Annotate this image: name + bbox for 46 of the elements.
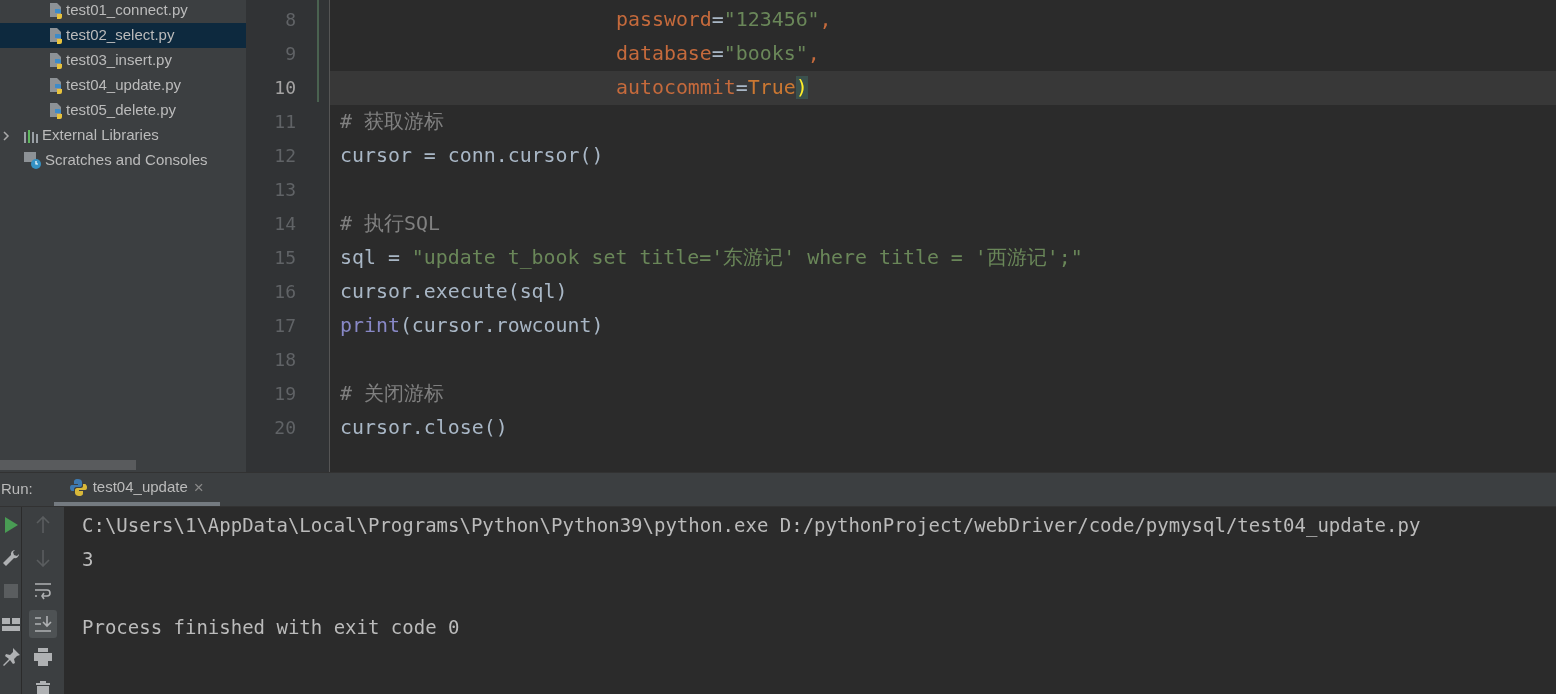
code-line: cursor.close() — [340, 415, 508, 442]
tree-item[interactable]: test02_select.py — [0, 23, 246, 48]
tree-item[interactable]: test03_insert.py — [0, 48, 246, 73]
print-icon — [34, 648, 52, 666]
code-comment: # 关闭游标 — [340, 381, 444, 408]
up-arrow-icon — [34, 516, 52, 534]
panel-label: Run: — [0, 479, 34, 500]
library-icon — [24, 128, 38, 143]
soft-wrap-icon — [34, 582, 52, 600]
scroll-to-end-button[interactable] — [29, 610, 57, 638]
tree-item[interactable]: test04_update.py — [0, 73, 246, 98]
code-comment: # 执行SQL — [340, 211, 440, 238]
code-comment: # 获取游标 — [340, 109, 444, 136]
console-output-line: 3 — [82, 548, 94, 570]
code-line: database="books", — [616, 41, 820, 68]
python-file-icon — [49, 77, 62, 94]
wrench-icon — [1, 549, 20, 567]
exit-message: Process finished with exit code 0 — [82, 616, 460, 638]
tree-item[interactable]: test05_delete.py — [0, 98, 246, 123]
python-file-icon — [49, 52, 62, 69]
stop-icon — [1, 582, 20, 600]
code-line: cursor = conn.cursor() — [340, 143, 604, 170]
python-file-icon — [49, 102, 62, 119]
code-line: autocommit=True) — [616, 75, 808, 102]
code-line: cursor.execute(sql) — [340, 279, 568, 306]
scrollbar[interactable] — [0, 460, 136, 470]
chevron-icon — [2, 130, 10, 141]
down-arrow-icon — [34, 549, 52, 567]
layout-icon — [1, 615, 20, 633]
scroll-to-end-icon — [34, 615, 52, 633]
code-line: print(cursor.rowcount) — [340, 313, 604, 340]
tree-item[interactable]: External Libraries — [0, 123, 246, 148]
python-file-icon — [49, 2, 62, 19]
tree-item[interactable]: test01_connect.py — [0, 0, 246, 23]
tree-item[interactable]: Scratches and Consoles — [0, 148, 246, 173]
python-file-icon — [49, 27, 62, 44]
pin-icon — [1, 648, 20, 666]
python-icon — [69, 479, 87, 496]
code-line: sql = "update t_book set title='东游记' where title = '西游记';" — [340, 245, 1083, 272]
close-tab-button[interactable]: × — [193, 474, 204, 501]
trash-icon — [34, 681, 52, 694]
console-output-line: C:\Users\1\AppData\Local\Programs\Python\Python39\python.exe D:/pythonProject/webDriver/code/pymysql/test04_update.py — [82, 514, 1421, 536]
code-line: password="123456", — [616, 7, 832, 34]
line-number: 10 — [274, 77, 296, 98]
scratch-clock-icon — [24, 152, 41, 169]
run-tab[interactable]: test04_update × — [53, 473, 220, 506]
